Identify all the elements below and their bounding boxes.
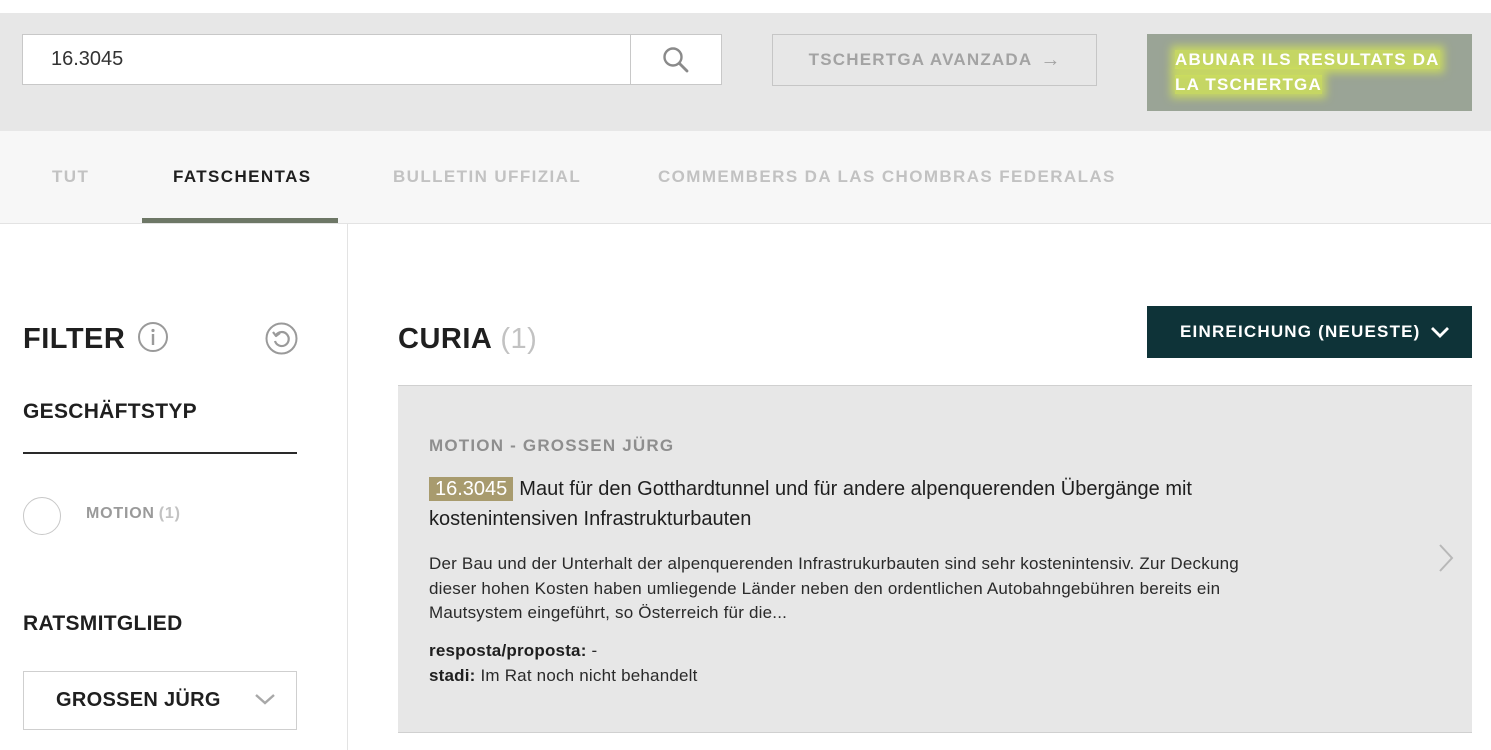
council-member-title: RATSMITGLIED: [23, 612, 183, 635]
active-tab-indicator: [142, 218, 338, 223]
tab-business[interactable]: FATSCHENTAS: [173, 131, 312, 223]
results-title-label: CURIA: [398, 323, 493, 355]
result-status-label: stadi:: [429, 666, 476, 685]
result-meta: MOTION - GROSSEN JÜRG: [429, 436, 675, 455]
tab-all[interactable]: TUT: [52, 131, 89, 223]
sort-dropdown[interactable]: EINREICHUNG (NEUESTE): [1147, 306, 1472, 358]
subscribe-label-line1: ABUNAR ILS RESULTATS DA: [1175, 50, 1440, 69]
result-answer: resposta/proposta: -: [429, 641, 597, 661]
search-icon: [663, 46, 689, 72]
sidebar-divider: [347, 224, 348, 750]
motion-radio[interactable]: [23, 497, 61, 535]
tab-official-bulletin[interactable]: BULLETIN UFFIZIAL: [393, 131, 581, 223]
result-answer-value: -: [591, 641, 598, 660]
search-button[interactable]: [630, 35, 721, 84]
info-icon[interactable]: [137, 321, 169, 353]
tabs-bar: TUT FATSCHENTAS BULLETIN UFFIZIAL COMMEM…: [0, 131, 1491, 224]
arrow-right-icon: →: [1040, 49, 1061, 71]
business-type-title: GESCHÄFTSTYP: [23, 400, 197, 423]
chevron-right-icon[interactable]: [1438, 543, 1454, 573]
results-title: CURIA (1): [398, 323, 537, 356]
subscribe-label-line2: LA TSCHERTGA: [1175, 75, 1322, 94]
motion-option-label: MOTION: [86, 505, 155, 522]
motion-option-count: (1): [158, 505, 181, 522]
sort-label: EINREICHUNG (NEUESTE): [1180, 322, 1421, 341]
motion-option[interactable]: MOTION (1): [86, 505, 181, 523]
result-status-value: Im Rat noch nicht behandelt: [480, 666, 698, 685]
result-card[interactable]: MOTION - GROSSEN JÜRG 16.3045 Maut für de…: [398, 385, 1472, 733]
search-input[interactable]: [23, 35, 630, 84]
reset-icon[interactable]: [264, 321, 299, 356]
advanced-search-label: TSCHERTGA AVANZADA: [808, 50, 1033, 69]
result-number-badge: 16.3045: [429, 477, 514, 501]
chevron-down-icon: [1431, 327, 1449, 338]
council-member-value: GROSSEN JÜRG: [56, 689, 221, 711]
top-strip: [0, 0, 1491, 13]
result-answer-label: resposta/proposta:: [429, 641, 587, 660]
result-status: stadi: Im Rat noch nicht behandelt: [429, 666, 698, 686]
results-count: (1): [500, 323, 538, 355]
chevron-down-icon: [255, 694, 275, 705]
result-title[interactable]: 16.3045 Maut für den Gotthardtunnel und f…: [429, 474, 1289, 534]
council-member-select[interactable]: GROSSEN JÜRG: [23, 671, 297, 730]
section-divider: [23, 452, 297, 454]
search-box: [22, 34, 722, 85]
filter-title: FILTER: [23, 323, 126, 355]
result-title-text: Maut für den Gotthardtunnel und für ande…: [429, 478, 1192, 530]
subscribe-search-button[interactable]: ABUNAR ILS RESULTATS DA LA TSCHERTGA: [1147, 34, 1472, 111]
advanced-search-button[interactable]: TSCHERTGA AVANZADA →: [772, 34, 1097, 86]
tab-council-members[interactable]: COMMEMBERS DA LAS CHOMBRAS FEDERALAS: [658, 131, 1116, 223]
result-description: Der Bau und der Unterhalt der alpenquere…: [429, 554, 1239, 622]
search-bar: TSCHERTGA AVANZADA → ABUNAR ILS RESULTAT…: [0, 13, 1491, 131]
